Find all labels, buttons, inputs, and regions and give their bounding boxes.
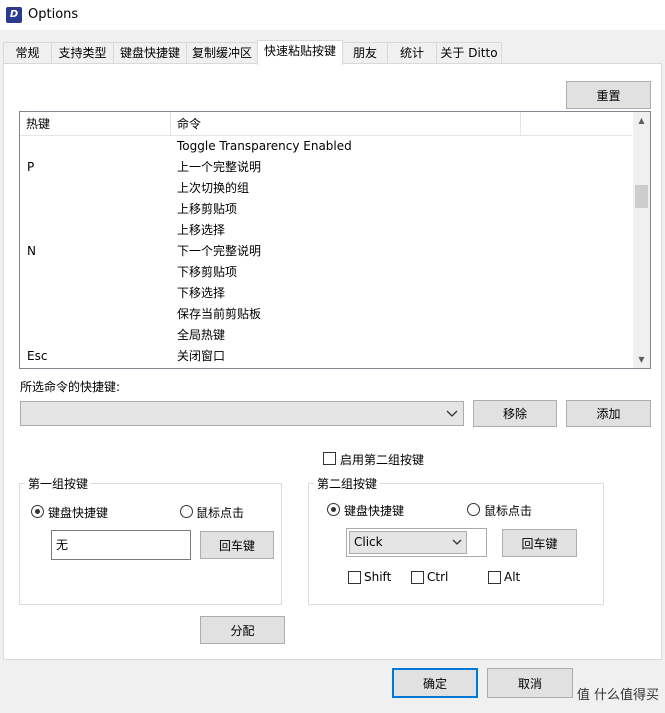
chevron-down-icon — [446, 410, 458, 417]
list-item[interactable]: 上次切换的组 — [20, 178, 632, 199]
ctrl-checkbox[interactable] — [411, 571, 424, 584]
list-item-key: P — [27, 160, 35, 174]
group1-mouse-label: 鼠标点击 — [196, 506, 245, 520]
watermark: 值 什么值得买 — [576, 688, 659, 703]
list-item[interactable]: Toggle Transparency Enabled — [20, 136, 632, 157]
group1-enter-button[interactable]: 回车键 — [200, 531, 274, 559]
add-button[interactable]: 添加 — [566, 400, 651, 427]
tab-keyboard-shortcuts[interactable]: 键盘快捷键 — [113, 42, 187, 64]
list-item-command: 全局热键 — [177, 328, 226, 342]
group1-key-value: 无 — [56, 538, 69, 552]
group2-mouse-label: 鼠标点击 — [484, 504, 533, 518]
hotkey-list[interactable]: 热键 命令 Toggle Transparency Enabled P 上一个完整… — [19, 111, 651, 369]
list-item-command: 上一个完整说明 — [177, 160, 262, 174]
chevron-up-icon[interactable]: ▲ — [633, 112, 650, 129]
list-item[interactable]: 全局热键 — [20, 325, 632, 346]
list-item[interactable]: Esc 关闭窗口 — [20, 346, 632, 367]
list-item[interactable]: 保存当前剪贴板 — [20, 304, 632, 325]
shift-checkbox[interactable] — [348, 571, 361, 584]
list-item-command: 上移剪贴项 — [177, 202, 238, 216]
list-item[interactable]: 上移选择 — [20, 220, 632, 241]
tab-friends[interactable]: 朋友 — [342, 42, 388, 64]
shortcut-combo[interactable] — [20, 401, 464, 426]
tab-copy-buffer[interactable]: 复制缓冲区 — [186, 42, 258, 64]
remove-button[interactable]: 移除 — [473, 400, 557, 427]
tab-quick-paste-keys[interactable]: 快速粘贴按键 — [257, 40, 343, 65]
tab-stats[interactable]: 统计 — [387, 42, 437, 64]
group1-keyboard-label: 键盘快捷键 — [48, 506, 109, 520]
group2-mouse-radio[interactable] — [467, 503, 480, 516]
list-item[interactable]: 下移选择 — [20, 283, 632, 304]
ctrl-label: Ctrl — [427, 570, 449, 584]
column-command[interactable]: 命令 — [171, 112, 521, 136]
selected-command-label: 所选命令的快捷键: — [20, 380, 121, 394]
reset-button[interactable]: 重置 — [566, 81, 651, 109]
chevron-down-icon — [452, 539, 462, 545]
group1-title: 第一组按键 — [25, 475, 92, 492]
list-item-command: 上移选择 — [177, 223, 226, 237]
list-item[interactable]: N 下一个完整说明 — [20, 241, 632, 262]
list-item[interactable]: 上移剪贴项 — [20, 199, 632, 220]
list-item-command: Toggle Transparency Enabled — [177, 139, 352, 153]
list-item-command: 上次切换的组 — [177, 181, 250, 195]
group2-enter-button[interactable]: 回车键 — [502, 529, 577, 557]
list-item[interactable]: P 上一个完整说明 — [20, 157, 632, 178]
list-item-command: 保存当前剪贴板 — [177, 307, 262, 321]
list-header: 热键 命令 — [20, 112, 632, 136]
alt-label: Alt — [504, 570, 521, 584]
list-item-command: 关闭窗口 — [177, 349, 226, 363]
title-bar: D Options — [0, 0, 665, 30]
list-item[interactable]: 下移剪贴项 — [20, 262, 632, 283]
group2-select-value: Click — [354, 535, 383, 549]
column-hotkey[interactable]: 热键 — [20, 112, 171, 136]
scrollbar-thumb[interactable] — [635, 185, 648, 208]
tab-about[interactable]: 关于 Ditto — [436, 42, 502, 64]
assign-button[interactable]: 分配 — [200, 616, 285, 644]
tab-supported-types[interactable]: 支持类型 — [51, 42, 114, 64]
group2-key-select-box[interactable]: Click — [346, 528, 487, 557]
group1-keyboard-radio[interactable] — [31, 505, 44, 518]
list-item-key: N — [27, 244, 36, 258]
tab-general[interactable]: 常规 — [3, 42, 52, 64]
window-title: Options — [28, 7, 79, 22]
chevron-down-icon[interactable]: ▼ — [633, 351, 650, 368]
group2-key-select[interactable]: Click — [349, 531, 467, 554]
group1-mouse-radio[interactable] — [180, 505, 193, 518]
ok-button[interactable]: 确定 — [392, 668, 478, 698]
ditto-icon: D — [6, 7, 22, 23]
alt-checkbox[interactable] — [488, 571, 501, 584]
enable-second-group-label: 启用第二组按键 — [340, 453, 425, 467]
list-item-command: 下移剪贴项 — [177, 265, 238, 279]
group2-keyboard-radio[interactable] — [327, 503, 340, 516]
tab-strip: 常规 支持类型 键盘快捷键 复制缓冲区 快速粘贴按键 朋友 统计 关于 Ditt… — [0, 40, 665, 65]
group1-key-input[interactable]: 无 — [51, 530, 191, 560]
list-item-command: 下移选择 — [177, 286, 226, 300]
enable-second-group-checkbox[interactable] — [323, 452, 336, 465]
group2-title: 第二组按键 — [314, 475, 381, 492]
group2-keyboard-label: 键盘快捷键 — [344, 504, 405, 518]
list-item-command: 下一个完整说明 — [177, 244, 262, 258]
shift-label: Shift — [364, 570, 392, 584]
list-item-key: Esc — [27, 349, 48, 363]
list-scrollbar[interactable]: ▲ ▼ — [633, 112, 650, 368]
cancel-button[interactable]: 取消 — [487, 668, 573, 698]
